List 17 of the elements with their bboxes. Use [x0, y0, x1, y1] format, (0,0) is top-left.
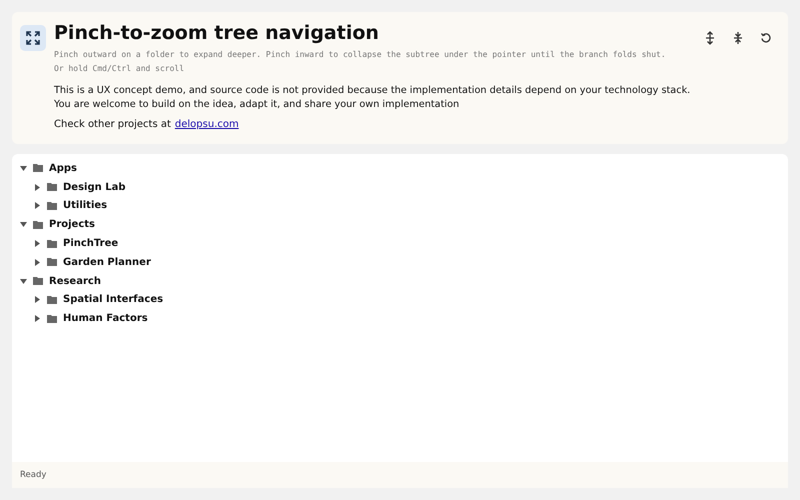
notice-text: You are welcome to build on the idea, adapt it, and share your own implementation — [54, 98, 460, 111]
hint-text: Or hold Cmd/Ctrl and scroll — [54, 63, 186, 75]
folder-label[interactable]: Research — [49, 276, 101, 287]
folder-label[interactable]: Garden Planner — [63, 256, 151, 268]
status-text: Ready — [20, 470, 46, 480]
folder-label[interactable]: Human Factors — [63, 313, 148, 324]
folder-label[interactable]: PinchTree — [63, 238, 118, 250]
folder-label[interactable]: Projects — [49, 219, 96, 230]
projects-text: Check other projects at — [54, 119, 171, 130]
hint-text: Pinch outward on a folder to expand deeper. Pinch inward to collapse the subtree under the pointer until the branch folds shut. — [54, 49, 667, 61]
folder-label[interactable]: Apps — [49, 162, 78, 174]
folder-label[interactable]: Utilities — [63, 200, 108, 212]
notice-text: This is a UX concept demo, and source code is not provided because the implementation details depend on your technology stack. — [54, 84, 690, 98]
folder-label[interactable]: Spatial Interfaces — [63, 294, 164, 306]
folder-label[interactable]: Design Lab — [63, 182, 126, 193]
website-link[interactable]: delopsu.com — [174, 119, 239, 130]
page-title: Pinch-to-zoom tree navigation — [54, 22, 380, 44]
